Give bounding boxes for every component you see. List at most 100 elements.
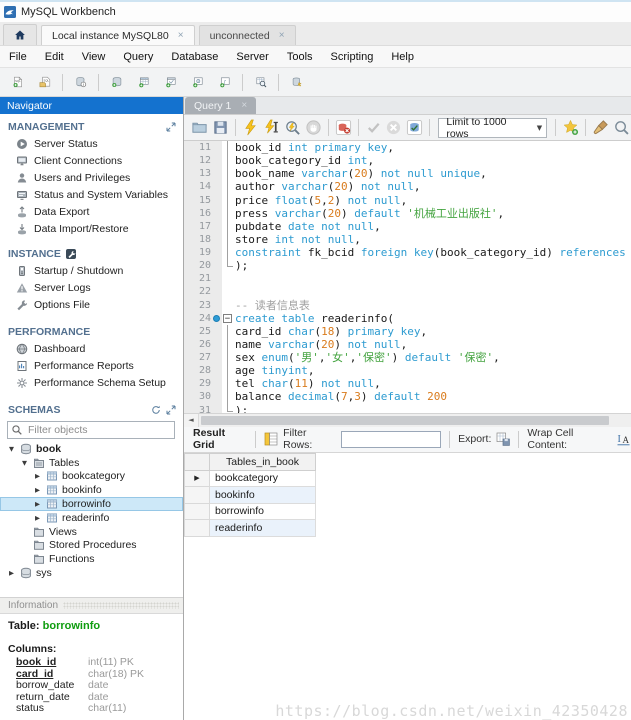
collapse-arrow-icon[interactable]: ▼: [7, 445, 16, 453]
menu-server[interactable]: Server: [227, 51, 277, 63]
schema-tree-item-bookinfo[interactable]: ▶bookinfo: [0, 483, 183, 497]
result-row-borrowinfo[interactable]: borrowinfo: [185, 503, 316, 520]
table-icon: [46, 470, 58, 482]
line-number: 21: [184, 272, 222, 285]
reconnect-button[interactable]: [284, 70, 309, 94]
nav-item-options-file[interactable]: Options File: [0, 296, 183, 313]
result-grid-icon[interactable]: [264, 432, 278, 446]
schema-tree-item-stored-procedures[interactable]: Stored Procedures: [0, 539, 183, 553]
column-header-tables-in-book[interactable]: Tables_in_book: [210, 453, 316, 470]
wrap-cell-content-icon[interactable]: IA: [617, 432, 631, 446]
menu-edit[interactable]: Edit: [36, 51, 73, 63]
schema-tree-item-bookcategory[interactable]: ▶bookcategory: [0, 470, 183, 484]
open-sql-file-button[interactable]: SQL: [32, 70, 57, 94]
result-cell[interactable]: bookcategory: [210, 470, 316, 487]
result-row-bookcategory[interactable]: ▶bookcategory: [185, 470, 316, 487]
nav-item-data-import-restore[interactable]: Data Import/Restore: [0, 220, 183, 237]
expand-arrow-icon[interactable]: ▶: [33, 514, 42, 522]
section-header-instance: INSTANCE: [0, 246, 183, 262]
schema-tree-item-sys[interactable]: ▶sys: [0, 566, 183, 580]
filter-objects-input[interactable]: [26, 423, 171, 437]
export-icon[interactable]: [496, 432, 510, 446]
schema-tree-item-functions[interactable]: Functions: [0, 552, 183, 566]
result-cell[interactable]: readerinfo: [210, 520, 316, 537]
nav-item-users-and-privileges[interactable]: Users and Privileges: [0, 169, 183, 186]
expand-arrow-icon[interactable]: ▶: [7, 569, 16, 577]
nav-item-performance-reports[interactable]: Performance Reports: [0, 357, 183, 374]
nav-item-status-and-system-variables[interactable]: Status and System Variables: [0, 186, 183, 203]
nav-item-data-export[interactable]: Data Export: [0, 203, 183, 220]
connection-tab-local-instance[interactable]: Local instance MySQL80 ×: [41, 25, 195, 45]
beautify-button[interactable]: [591, 117, 610, 138]
schema-tree-item-book[interactable]: ▼book: [0, 442, 183, 456]
schema-tree-item-views[interactable]: Views: [0, 525, 183, 539]
new-table-button[interactable]: [131, 70, 156, 94]
nav-item-startup-shutdown[interactable]: Startup / Shutdown: [0, 262, 183, 279]
result-row-bookinfo[interactable]: bookinfo: [185, 487, 316, 504]
row-selector[interactable]: [185, 520, 210, 537]
nav-item-dashboard[interactable]: Dashboard: [0, 340, 183, 357]
close-query-tab-icon[interactable]: ×: [241, 100, 247, 111]
row-selector[interactable]: [185, 487, 210, 504]
find-button[interactable]: [612, 117, 631, 138]
menu-help[interactable]: Help: [382, 51, 423, 63]
commit-button[interactable]: [364, 117, 383, 138]
code-text: store int not null,: [235, 233, 631, 246]
nav-item-client-connections[interactable]: Client Connections: [0, 152, 183, 169]
autocommit-button[interactable]: [405, 117, 424, 138]
collapse-arrow-icon[interactable]: ▼: [20, 459, 29, 467]
save-button[interactable]: [211, 117, 230, 138]
menu-view[interactable]: View: [73, 51, 115, 63]
schema-tree-item-tables[interactable]: ▼Tables: [0, 456, 183, 470]
result-cell[interactable]: borrowinfo: [210, 503, 316, 520]
refresh-icon[interactable]: [151, 405, 161, 415]
stop-on-error-button[interactable]: [334, 117, 353, 138]
connection-tab-unconnected[interactable]: unconnected ×: [199, 25, 296, 45]
limit-rows-dropdown[interactable]: Limit to 1000 rows▼: [438, 118, 547, 138]
menu-file[interactable]: File: [0, 51, 36, 63]
home-tab[interactable]: [3, 24, 37, 45]
result-cell[interactable]: bookinfo: [210, 487, 316, 504]
nav-item-server-logs[interactable]: Server Logs: [0, 279, 183, 296]
open-file-button[interactable]: [190, 117, 209, 138]
expand-arrow-icon[interactable]: ▶: [33, 486, 42, 494]
menu-database[interactable]: Database: [162, 51, 227, 63]
menu-scripting[interactable]: Scripting: [322, 51, 383, 63]
search-data-button[interactable]: [248, 70, 273, 94]
new-schema-button[interactable]: [104, 70, 129, 94]
result-row-readerinfo[interactable]: readerinfo: [185, 520, 316, 537]
menu-query[interactable]: Query: [114, 51, 162, 63]
schema-tree-item-borrowinfo[interactable]: ▶borrowinfo: [0, 497, 183, 511]
new-view-button[interactable]: [158, 70, 183, 94]
sql-code-editor[interactable]: 11book_id int primary key,12book_categor…: [184, 141, 631, 413]
menu-tools[interactable]: Tools: [278, 51, 322, 63]
filter-rows-input[interactable]: [341, 431, 441, 448]
scrollbar-thumb[interactable]: [201, 416, 609, 425]
scroll-left-button[interactable]: ◄: [184, 414, 199, 427]
close-tab-icon[interactable]: ×: [178, 30, 184, 41]
rollback-button[interactable]: [385, 117, 404, 138]
save-snippet-button[interactable]: [561, 117, 580, 138]
fold-margin: [222, 299, 235, 312]
nav-item-server-status[interactable]: Server Status: [0, 135, 183, 152]
new-function-button[interactable]: ƒ: [212, 70, 237, 94]
expand-arrow-icon[interactable]: ▶: [33, 500, 42, 508]
execute-current-button[interactable]: [262, 117, 281, 138]
close-tab-icon[interactable]: ×: [279, 30, 285, 41]
row-selector[interactable]: ▶: [185, 470, 210, 487]
home-icon: [14, 29, 26, 41]
row-selector[interactable]: [185, 503, 210, 520]
schema-tree-item-readerinfo[interactable]: ▶readerinfo: [0, 511, 183, 525]
stop-button[interactable]: [304, 117, 323, 138]
nav-item-performance-schema-setup[interactable]: Performance Schema Setup: [0, 374, 183, 391]
new-sql-tab-button[interactable]: SQL: [5, 70, 30, 94]
sidebar: Navigator MANAGEMENTServer StatusClient …: [0, 97, 184, 720]
expand-icon[interactable]: [166, 405, 176, 415]
expand-arrow-icon[interactable]: ▶: [33, 472, 42, 480]
explain-button[interactable]: [283, 117, 302, 138]
expand-icon[interactable]: [166, 122, 176, 132]
table-inspector-button[interactable]: i: [68, 70, 93, 94]
execute-button[interactable]: [241, 117, 260, 138]
query-tab[interactable]: Query 1 ×: [185, 97, 256, 114]
new-procedure-button[interactable]: [185, 70, 210, 94]
